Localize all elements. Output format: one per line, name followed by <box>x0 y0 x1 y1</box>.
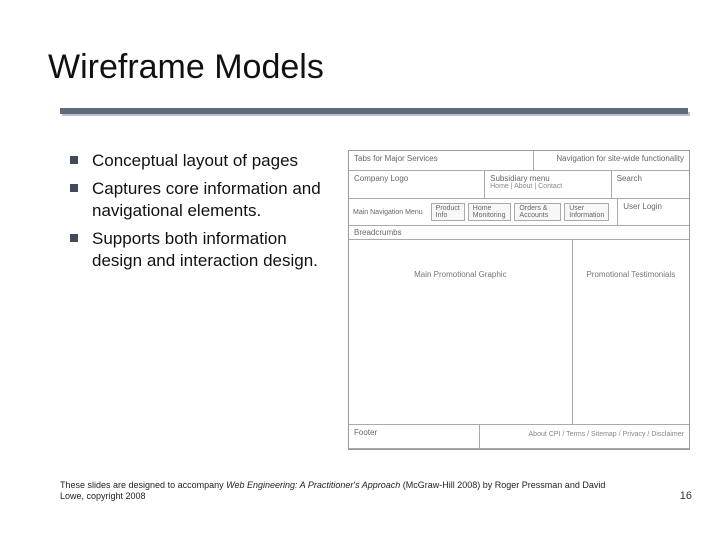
wf-subsidiary-menu: Subsidiary menu Home | About | Contact <box>485 171 612 198</box>
attribution-prefix: These slides are designed to accompany <box>60 480 226 490</box>
slide: Wireframe Models Conceptual layout of pa… <box>0 0 720 540</box>
wf-main-graphic: Main Promotional Graphic <box>349 240 573 424</box>
wf-user-login: User Login <box>618 199 689 225</box>
wf-nav-tabs: Product Info Home Monitoring Orders & Ac… <box>427 201 614 223</box>
title-underline <box>60 108 688 114</box>
wf-testimonials: Promotional Testimonials <box>573 240 689 424</box>
slide-body: Conceptual layout of pages Captures core… <box>70 150 690 450</box>
wf-sub-menu-items: Home | About | Contact <box>490 183 606 191</box>
wf-tab: Product Info <box>431 203 465 221</box>
bullet-list: Conceptual layout of pages Captures core… <box>70 150 330 450</box>
wf-search: Search <box>612 171 689 198</box>
bullet-item: Conceptual layout of pages <box>70 150 330 172</box>
wf-sub-menu-label: Subsidiary menu <box>490 174 606 183</box>
wf-footer-row: Footer About CPI / Terms / Sitemap / Pri… <box>349 425 689 449</box>
wf-tabs-services: Tabs for Major Services <box>349 151 534 170</box>
wf-nav-label: Main Navigation Menu <box>353 209 423 216</box>
page-number: 16 <box>680 490 692 502</box>
wf-breadcrumbs: Breadcrumbs <box>349 226 689 240</box>
wf-company-logo: Company Logo <box>349 171 485 198</box>
bullet-item: Supports both information design and int… <box>70 228 330 272</box>
wf-nav-row: Main Navigation Menu Product Info Home M… <box>349 199 689 226</box>
wf-tab: Home Monitoring <box>468 203 512 221</box>
wf-top-row: Tabs for Major Services Navigation for s… <box>349 151 689 171</box>
wf-tab: User Information <box>564 203 609 221</box>
slide-title: Wireframe Models <box>48 48 680 87</box>
wf-header-row: Company Logo Subsidiary menu Home | Abou… <box>349 171 689 199</box>
wf-nav-sitewide: Navigation for site-wide functionality <box>534 151 689 170</box>
attribution-book: Web Engineering: A Practitioner's Approa… <box>226 480 400 490</box>
wf-footer-links: About CPI / Terms / Sitemap / Privacy / … <box>480 425 689 448</box>
attribution: These slides are designed to accompany W… <box>60 480 630 503</box>
wf-footer: Footer <box>349 425 480 448</box>
bullet-item: Captures core information and navigation… <box>70 178 330 222</box>
wf-main-area: Main Promotional Graphic Promotional Tes… <box>349 240 689 425</box>
wf-tab: Orders & Accounts <box>514 203 561 221</box>
wf-main-nav: Main Navigation Menu Product Info Home M… <box>349 199 618 225</box>
wireframe-diagram: Tabs for Major Services Navigation for s… <box>348 150 690 450</box>
